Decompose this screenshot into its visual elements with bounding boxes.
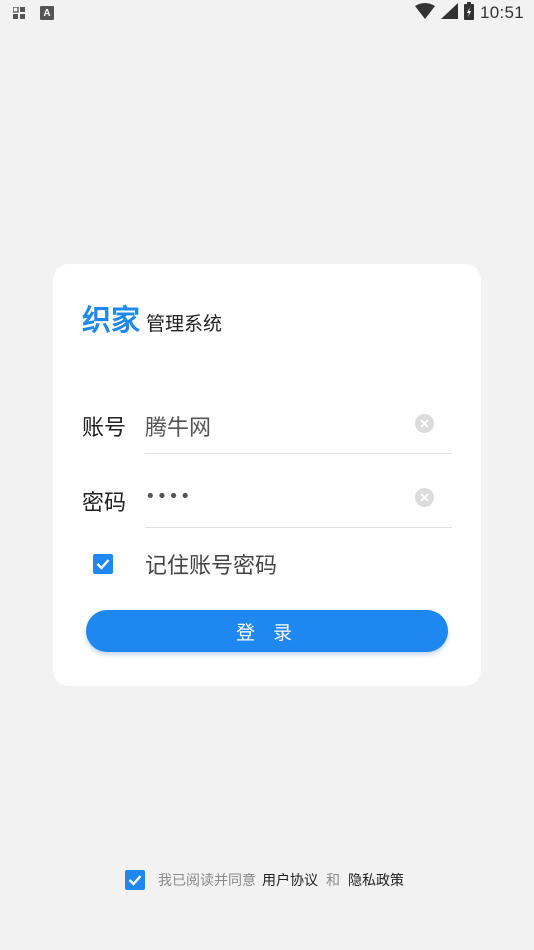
brand-subtitle: 管理系统 (146, 313, 223, 335)
login-card: 织家 管理系统 账号 腾牛网 密码 •••• 记住账号密码 登 录 (53, 264, 481, 686)
remember-checkbox[interactable] (93, 554, 113, 574)
password-label: 密码 (82, 491, 127, 516)
brand-title: 织家 管理系统 (82, 302, 222, 338)
wifi-icon (414, 3, 435, 23)
password-divider (145, 527, 452, 528)
status-bar: A 10:51 (0, 0, 534, 28)
keyboard-a-icon: A (40, 6, 54, 20)
agreement-checkbox[interactable] (125, 870, 145, 890)
remember-row[interactable]: 记住账号密码 (93, 548, 277, 580)
agreement-row: 我已阅读并同意 用户协议 和 隐私政策 (125, 870, 404, 890)
apps-icon (12, 6, 26, 20)
account-divider (145, 453, 452, 454)
account-label: 账号 (82, 416, 127, 441)
agreement-prefix: 我已阅读并同意 (158, 873, 256, 889)
brand-name: 织家 (82, 303, 141, 337)
password-clear-icon[interactable] (415, 488, 434, 507)
account-input[interactable]: 腾牛网 (145, 410, 211, 442)
password-input[interactable]: •••• (145, 486, 191, 507)
user-agreement-link[interactable]: 用户协议 (262, 870, 318, 890)
cell-signal-icon (440, 3, 458, 23)
keyboard-a-glyph: A (43, 7, 51, 19)
status-time: 10:51 (479, 3, 524, 22)
agreement-and: 和 (326, 873, 340, 889)
privacy-policy-link[interactable]: 隐私政策 (348, 870, 404, 890)
login-button[interactable]: 登 录 (86, 610, 448, 652)
remember-label: 记住账号密码 (145, 554, 278, 579)
battery-charging-icon (463, 2, 474, 24)
account-clear-icon[interactable] (415, 414, 434, 433)
